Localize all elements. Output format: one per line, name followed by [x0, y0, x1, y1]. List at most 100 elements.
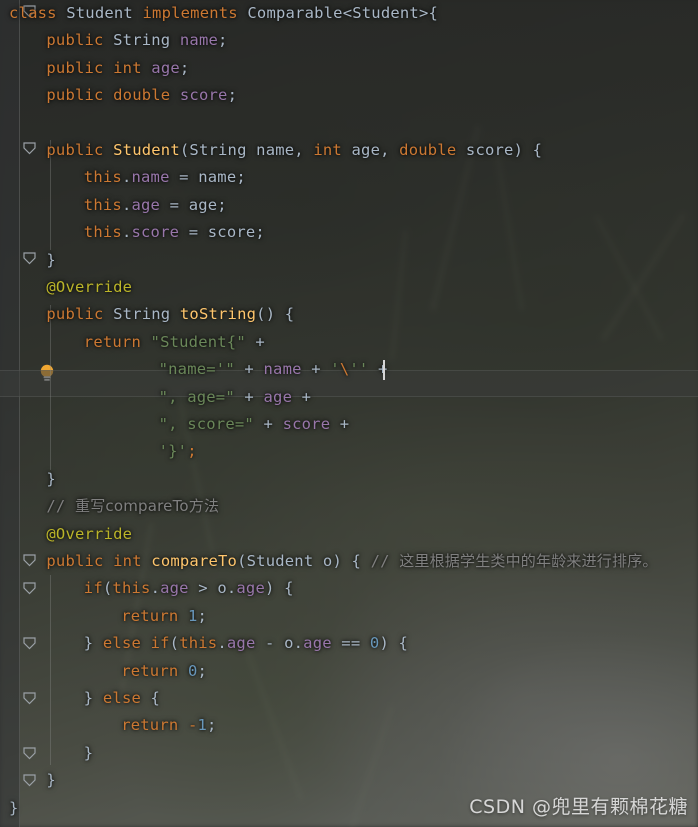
code-token: }	[46, 469, 56, 488]
code-line[interactable]: return "Student{" +	[0, 329, 265, 356]
code-token: age	[160, 579, 189, 598]
code-line[interactable]: this.age = age;	[0, 192, 227, 219]
code-line[interactable]: public Student(String name, int age, dou…	[0, 137, 542, 164]
code-token: = name;	[169, 168, 246, 187]
code-token: name	[263, 360, 302, 379]
code-line[interactable]: } else if(this.age - o.age == 0) {	[0, 630, 408, 657]
code-line[interactable]: } else {	[0, 685, 160, 712]
code-token: +	[311, 360, 321, 379]
code-line[interactable]: @Override	[0, 521, 132, 548]
code-token: = age;	[160, 195, 227, 214]
code-token: age	[226, 634, 256, 653]
code-token: return	[121, 661, 179, 680]
code-line[interactable]: this.score = score;	[0, 219, 265, 246]
code-line[interactable]: public double score;	[0, 82, 237, 109]
code-line[interactable]: public int age;	[0, 55, 189, 82]
code-token: score	[131, 223, 180, 242]
code-token: +	[263, 415, 274, 433]
code-token: else	[102, 634, 142, 653]
code-token: public	[46, 86, 104, 105]
code-token: (	[237, 552, 247, 570]
code-line[interactable]: return 1;	[0, 603, 207, 630]
code-token: (	[179, 141, 190, 159]
code-line[interactable]: this.name = name;	[0, 164, 246, 191]
code-editor-window: class Student implements Comparable<Stud…	[0, 0, 698, 827]
code-token: @Override	[46, 278, 133, 296]
code-token: "name='"	[158, 360, 235, 379]
code-line[interactable]: '}';	[0, 438, 197, 465]
code-token: .	[150, 579, 161, 598]
code-line[interactable]: }	[0, 740, 93, 767]
code-token: 1	[197, 716, 208, 735]
code-line[interactable]: @Override	[0, 274, 132, 301]
code-token: int	[313, 141, 342, 159]
code-token: ;	[218, 31, 228, 50]
code-line[interactable]: "name='" + name + '\'' +	[0, 356, 388, 383]
code-token: this	[179, 634, 218, 653]
code-line[interactable]: if(this.age > o.age) {	[0, 575, 294, 602]
code-token: }	[83, 689, 103, 707]
code-token: \	[339, 360, 350, 379]
code-line[interactable]: }	[0, 466, 56, 493]
code-token: String	[113, 31, 171, 50]
code-line[interactable]: ", score=" + score +	[0, 411, 350, 438]
code-line[interactable]: return 0;	[0, 658, 207, 685]
code-token: Student	[113, 141, 180, 159]
code-token: class	[9, 4, 57, 22]
code-token: +	[301, 387, 312, 406]
code-token: o) {	[313, 552, 371, 570]
code-token: +	[244, 360, 254, 379]
code-token: 重写compareTo方法	[75, 497, 220, 516]
code-token: age,	[341, 141, 400, 159]
code-line[interactable]: }	[0, 247, 56, 274]
code-line[interactable]: ", age=" + age +	[0, 384, 311, 411]
code-line[interactable]: public String toString() {	[0, 301, 294, 328]
code-line[interactable]	[0, 110, 9, 137]
code-token: int	[113, 58, 142, 77]
code-token: 这里根据学生类中的年龄来进行排序。	[399, 552, 658, 570]
code-line[interactable]: // 重写compareTo方法	[0, 493, 219, 520]
code-line[interactable]: public int compareTo(Student o) { // 这里根…	[0, 548, 658, 575]
code-token: = score;	[179, 223, 265, 242]
code-token: String	[189, 141, 247, 159]
code-token: name	[179, 31, 219, 50]
code-token: age	[151, 58, 180, 77]
code-token: +	[255, 332, 265, 351]
code-token: age	[263, 387, 293, 406]
code-token: .	[217, 634, 227, 653]
code-line[interactable]: }	[0, 767, 56, 794]
code-line[interactable]: class Student implements Comparable<Stud…	[0, 0, 438, 27]
code-text-area[interactable]: class Student implements Comparable<Stud…	[0, 0, 698, 827]
code-token: (	[169, 634, 180, 653]
code-token: +	[244, 387, 254, 406]
code-token: }	[46, 250, 56, 269]
code-token: public	[46, 58, 104, 77]
code-line[interactable]: }	[0, 795, 19, 822]
code-token: age	[131, 195, 161, 214]
code-token: '}'	[158, 442, 188, 461]
code-token: public	[46, 305, 104, 324]
code-token: - o.	[255, 634, 304, 653]
code-line[interactable]: public String name;	[0, 27, 228, 54]
code-token: return	[83, 332, 141, 351]
code-token: this	[83, 223, 122, 242]
code-token: String	[113, 305, 171, 324]
code-line[interactable]: return -1;	[0, 712, 217, 739]
